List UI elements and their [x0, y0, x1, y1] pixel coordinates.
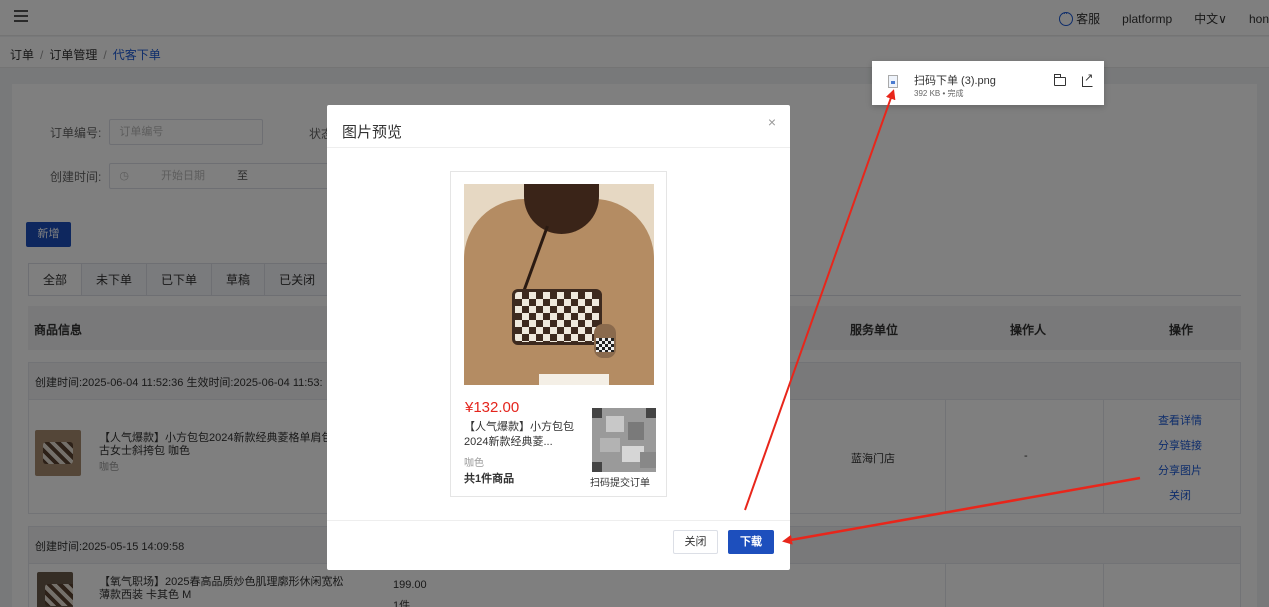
product-photo: [464, 184, 654, 385]
download-button[interactable]: 下载: [728, 530, 774, 554]
close-button[interactable]: 关闭: [673, 530, 718, 554]
open-external-icon[interactable]: [1082, 71, 1093, 87]
card-item-count: 共1件商品: [464, 473, 515, 485]
card-color: 咖色: [464, 458, 484, 469]
share-card-preview: ¥132.00 【人气爆款】小方包包2024新款经典菱... 咖色 共1件商品 …: [450, 171, 667, 497]
qr-code: [592, 408, 656, 472]
dialog-title: 图片预览: [342, 124, 403, 141]
close-icon[interactable]: ×: [768, 114, 776, 130]
image-file-icon: [888, 75, 898, 88]
image-preview-dialog: 图片预览 × ¥132.00 【人气爆款】小方包包2024新款经典菱... 咖色…: [327, 105, 790, 570]
download-filename[interactable]: 扫码下单 (3).png: [914, 72, 996, 88]
qr-label: 扫码提交订单: [590, 478, 650, 489]
card-price: ¥132.00: [465, 399, 520, 416]
download-meta: 392 KB • 完成: [914, 89, 964, 98]
folder-icon[interactable]: [1053, 74, 1066, 86]
card-product-title: 【人气爆款】小方包包2024新款经典菱...: [464, 421, 574, 448]
browser-download-popup: 扫码下单 (3).png 392 KB • 完成: [872, 61, 1104, 105]
